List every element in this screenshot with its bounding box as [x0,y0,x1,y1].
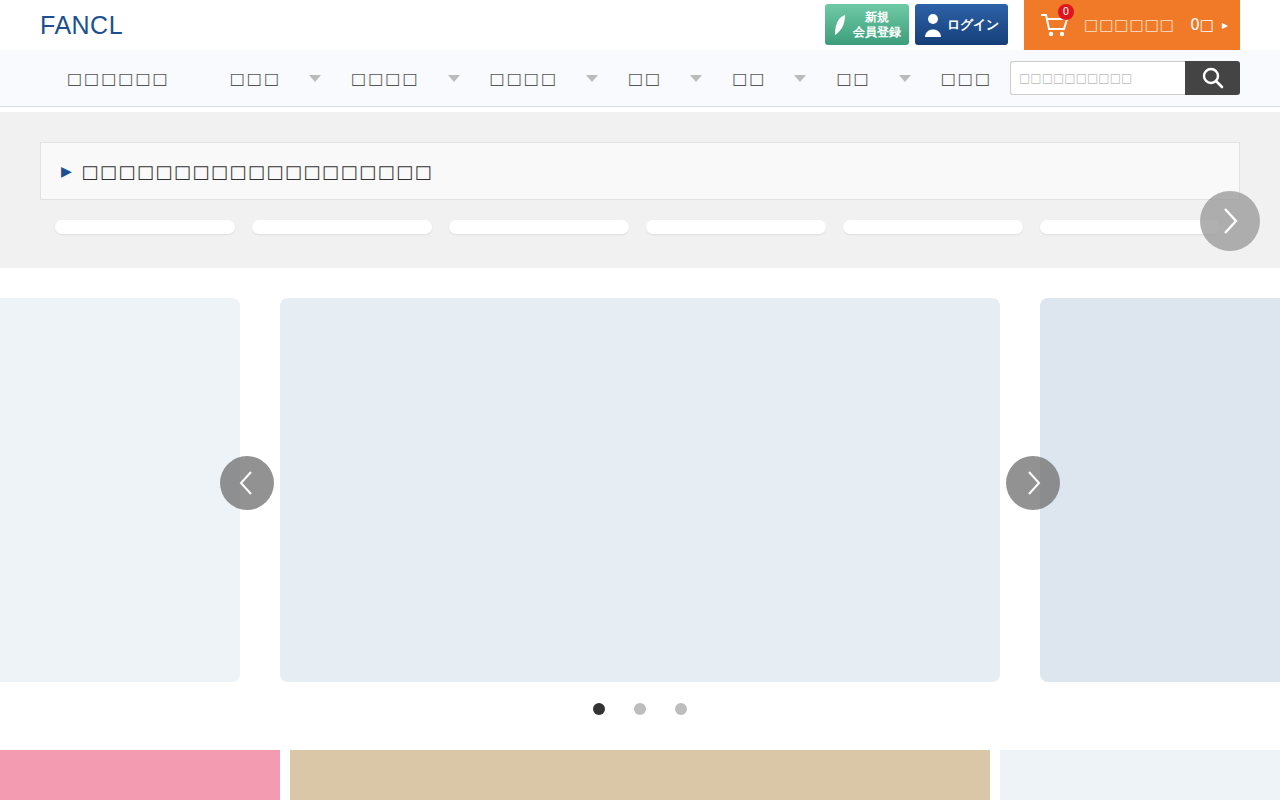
leaf-icon [833,13,847,37]
banner-slide[interactable] [280,298,1000,682]
register-button[interactable]: 新規会員登録 [825,4,909,45]
notice-bar[interactable]: ▶ □□□□□□□□□□□□□□□□□□□ [40,142,1240,200]
nav-item[interactable]: □□□□ [490,69,598,88]
nav-item[interactable]: □□□□□□ [67,69,170,88]
nav-label: □□ [628,69,662,88]
promo-card[interactable] [290,750,990,800]
chevron-right-icon [1023,469,1043,497]
dropdown-arrow-icon [448,75,460,82]
quick-link[interactable] [449,220,629,234]
quick-link[interactable] [1040,220,1220,234]
quick-link[interactable] [55,220,235,234]
login-button[interactable]: ログイン [915,4,1008,45]
dropdown-arrow-icon [899,75,911,82]
dropdown-arrow-icon [586,75,598,82]
register-line: 会員登録 [853,25,901,39]
logo[interactable]: FANCL [40,0,123,40]
slides [0,298,1280,682]
cart-label: □□□□□□ [1078,16,1182,34]
promo-cards [0,750,1280,800]
hero-carousel [0,298,1280,682]
prev-slide-button[interactable] [220,456,274,510]
next-slide-button[interactable] [1006,456,1060,510]
banner-slide[interactable] [0,298,240,682]
nav-item[interactable]: □□□ [941,69,992,88]
notice-text: □□□□□□□□□□□□□□□□□□□ [81,161,433,182]
quick-link[interactable] [843,220,1023,234]
nav-item[interactable]: □□ [836,69,910,88]
login-label: ログイン [947,16,999,34]
nav-label: □□□□ [490,69,558,88]
cart-icon-wrap: 0 [1040,12,1070,38]
nav-item[interactable]: □□ [628,69,702,88]
register-label: 新規会員登録 [853,10,901,39]
nav-label: □□□□□□ [67,69,170,88]
notice-marker: ▶ [61,163,73,179]
cart-total: 0□ [1190,16,1214,34]
nav-label: □□□ [941,69,992,88]
nav-item[interactable]: □□□ [230,69,321,88]
next-button[interactable] [1200,191,1260,251]
cart-count-badge: 0 [1058,4,1074,20]
person-icon [924,12,942,38]
search-input[interactable] [1010,61,1185,95]
header-buttons: 新規会員登録ログイン0□□□□□□0□▸ [825,0,1240,50]
search-box [1010,61,1240,95]
cart-button[interactable]: 0□□□□□□0□▸ [1024,0,1240,50]
carousel-dot[interactable] [593,703,605,715]
dropdown-arrow-icon [690,75,702,82]
promo-card[interactable] [0,750,280,800]
header: FANCL新規会員登録ログイン0□□□□□□0□▸ [0,0,1280,50]
dropdown-arrow-icon [794,75,806,82]
dropdown-arrow-icon [309,75,321,82]
nav-label: □□ [836,69,870,88]
carousel-dots [0,703,1280,715]
nav-item[interactable]: □□□□ [351,69,459,88]
promo-card[interactable] [1000,750,1280,800]
carousel-dot[interactable] [675,703,687,715]
register-line: 新規 [853,10,901,24]
nav-items: □□□□□□□□□□□□□□□□□□□□□□□□□□□□ [67,69,1010,88]
notice-section: ▶ □□□□□□□□□□□□□□□□□□□ [0,112,1280,268]
carousel-dot[interactable] [634,703,646,715]
banner-slide[interactable] [1040,298,1280,682]
nav-item[interactable]: □□ [732,69,806,88]
quick-links [40,220,1240,234]
quick-link[interactable] [252,220,432,234]
chevron-left-icon [237,469,257,497]
nav-label: □□ [732,69,766,88]
cart-arrow: ▸ [1222,18,1228,32]
chevron-right-icon [1220,206,1240,236]
nav-label: □□□ [230,69,281,88]
quick-link[interactable] [646,220,826,234]
search-button[interactable] [1185,61,1240,95]
nav-label: □□□□ [351,69,419,88]
search-icon [1202,67,1224,89]
main-nav: □□□□□□□□□□□□□□□□□□□□□□□□□□□□ [0,50,1280,107]
